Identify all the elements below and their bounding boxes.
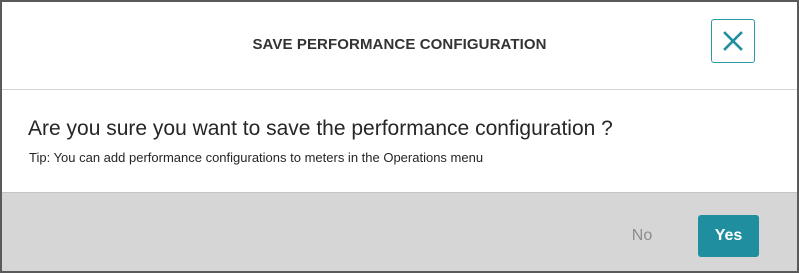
no-button[interactable]: No <box>616 218 668 254</box>
dialog-footer: No Yes <box>2 192 797 271</box>
dialog-title: SAVE PERFORMANCE CONFIGURATION <box>252 36 547 53</box>
close-button[interactable] <box>711 19 755 63</box>
close-icon <box>723 31 743 51</box>
dialog-header: SAVE PERFORMANCE CONFIGURATION <box>2 2 797 90</box>
tip-text: Tip: You can add performance configurati… <box>29 150 484 165</box>
confirmation-message: Are you sure you want to save the perfor… <box>28 117 613 140</box>
yes-button[interactable]: Yes <box>698 215 759 257</box>
dialog-body: Are you sure you want to save the perfor… <box>2 91 797 191</box>
save-configuration-dialog: SAVE PERFORMANCE CONFIGURATION Are you s… <box>0 0 799 273</box>
